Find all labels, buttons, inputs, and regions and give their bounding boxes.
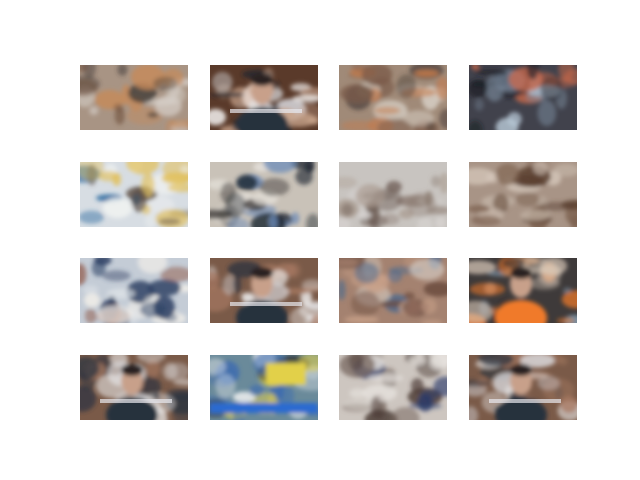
thumbnail-1 xyxy=(80,65,188,130)
thumbnail-4 xyxy=(469,65,577,130)
thumbnail-12 xyxy=(469,258,577,323)
image-grid xyxy=(80,65,577,420)
thumbnail-3 xyxy=(339,65,447,130)
thumbnail-8 xyxy=(469,162,577,227)
thumbnail-5 xyxy=(80,162,188,227)
thumbnail-16 xyxy=(469,355,577,420)
thumbnail-14 xyxy=(210,355,318,420)
thumbnail-2 xyxy=(210,65,318,130)
thumbnail-11 xyxy=(339,258,447,323)
thumbnail-6 xyxy=(210,162,318,227)
thumbnail-15 xyxy=(339,355,447,420)
thumbnail-13 xyxy=(80,355,188,420)
thumbnail-10 xyxy=(210,258,318,323)
thumbnail-7 xyxy=(339,162,447,227)
thumbnail-9 xyxy=(80,258,188,323)
